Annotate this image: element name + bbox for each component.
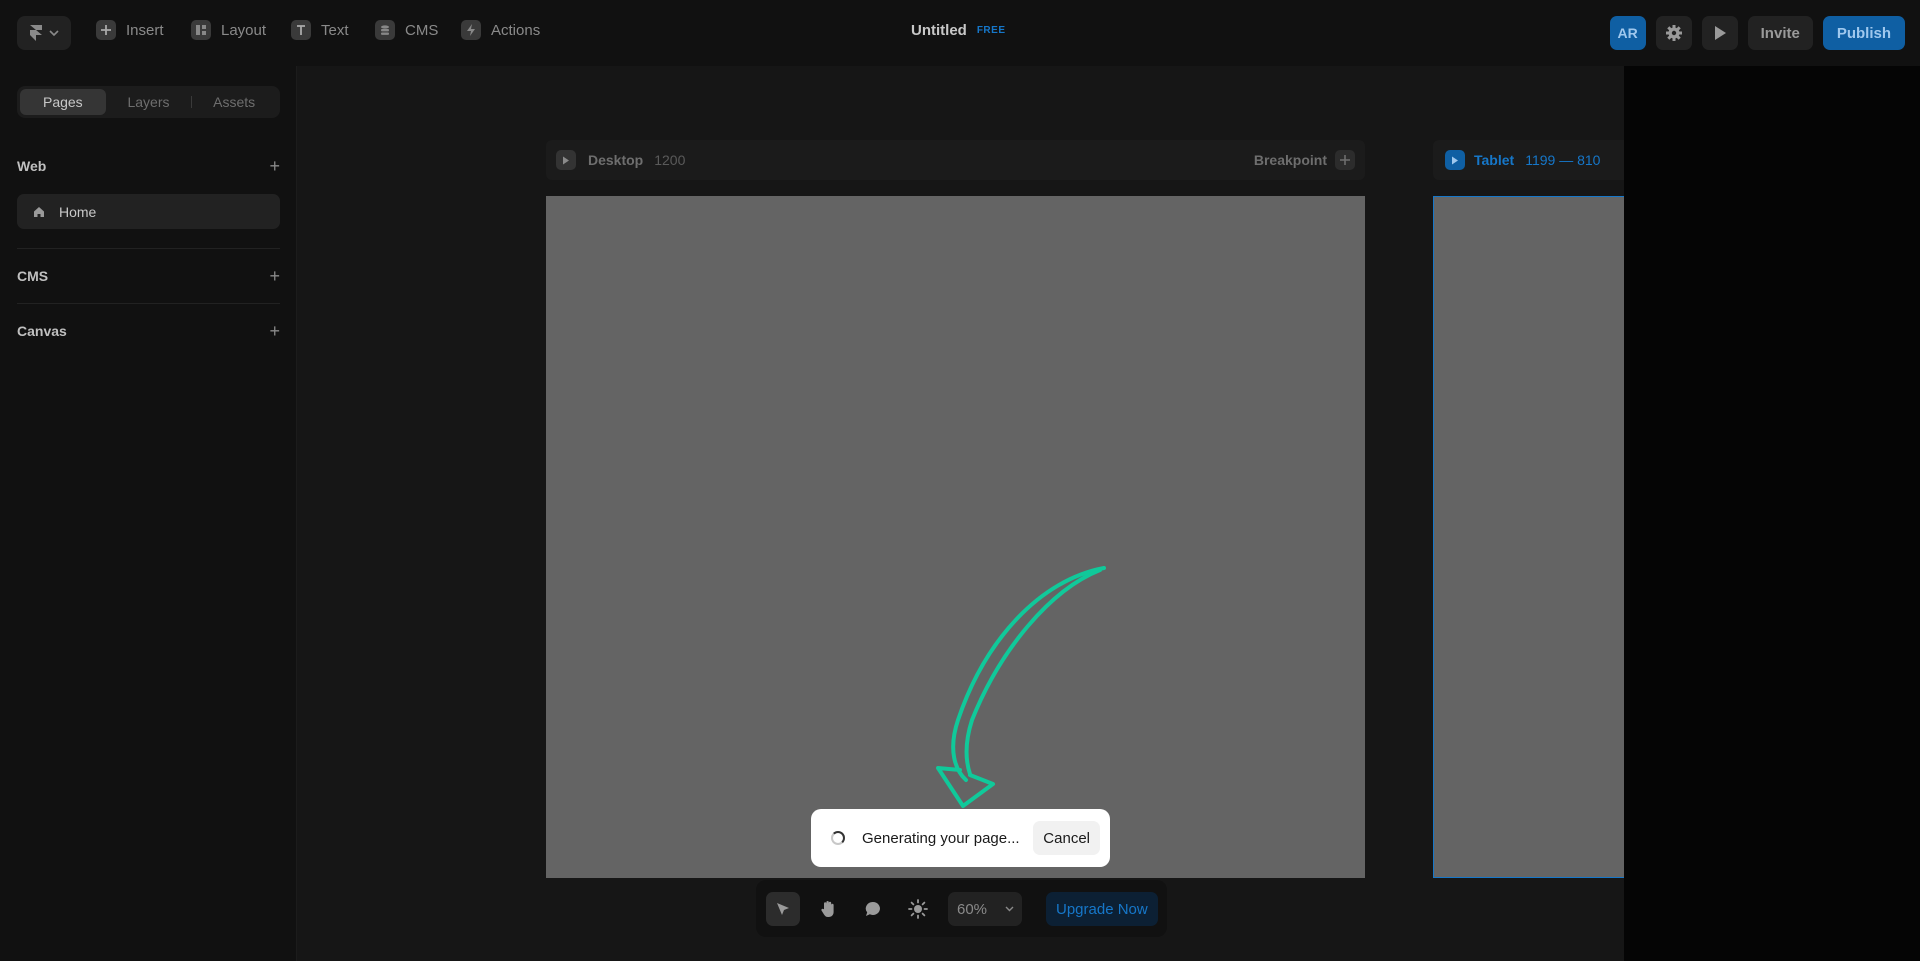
- upgrade-button[interactable]: Upgrade Now: [1046, 892, 1158, 926]
- bolt-icon: [461, 20, 481, 40]
- layout-menu[interactable]: Layout: [191, 20, 266, 40]
- tab-layers[interactable]: Layers: [106, 89, 192, 115]
- framer-logo-icon: [30, 25, 42, 41]
- home-icon: [34, 206, 44, 217]
- section-cms: CMS +: [17, 266, 280, 286]
- hand-tool-button[interactable]: [811, 892, 845, 926]
- settings-button[interactable]: [1655, 16, 1692, 50]
- insert-label: Insert: [126, 21, 164, 39]
- desktop-frame-size: 1200: [654, 152, 686, 168]
- text-label: Text: [321, 21, 349, 39]
- section-web: Web +: [17, 156, 280, 176]
- comment-icon: [865, 901, 880, 916]
- bottom-toolbar: 60% Upgrade Now: [756, 880, 1167, 937]
- actions-label: Actions: [491, 21, 541, 39]
- text-menu[interactable]: Text: [291, 20, 349, 40]
- text-icon: [291, 20, 311, 40]
- desktop-frame-name: Desktop: [588, 152, 644, 168]
- theme-toggle-button[interactable]: [901, 892, 935, 926]
- section-divider: [17, 248, 280, 249]
- play-icon: [1714, 26, 1726, 40]
- cancel-button[interactable]: Cancel: [1033, 821, 1100, 855]
- user-avatar[interactable]: AR: [1609, 16, 1646, 50]
- section-title: Canvas: [17, 323, 67, 339]
- document-title-area[interactable]: Untitled FREE: [911, 22, 1006, 39]
- play-icon: [563, 156, 569, 164]
- desktop-preview-button[interactable]: [556, 150, 576, 170]
- add-canvas-plus-icon[interactable]: +: [269, 322, 280, 340]
- comment-tool-button[interactable]: [856, 892, 890, 926]
- tab-assets[interactable]: Assets: [191, 89, 277, 115]
- section-divider: [17, 303, 280, 304]
- chevron-down-icon: [49, 30, 59, 37]
- tablet-frame-size: 1199 — 810: [1525, 152, 1601, 168]
- spinner-icon: [831, 831, 845, 845]
- desktop-frame[interactable]: [546, 196, 1365, 878]
- plus-square-icon: [96, 20, 116, 40]
- insert-menu[interactable]: Insert: [96, 20, 164, 40]
- add-cms-plus-icon[interactable]: +: [269, 267, 280, 285]
- generating-toast: Generating your page... Cancel: [811, 809, 1110, 867]
- database-icon: [375, 20, 395, 40]
- tablet-frame-name: Tablet: [1474, 152, 1515, 168]
- cms-label: CMS: [405, 21, 439, 39]
- select-tool-button[interactable]: [766, 892, 800, 926]
- section-canvas: Canvas +: [17, 321, 280, 341]
- breakpoint-label[interactable]: Breakpoint: [1254, 152, 1327, 168]
- sun-icon: [908, 899, 928, 919]
- tablet-preview-button[interactable]: [1445, 150, 1465, 170]
- actions-menu[interactable]: Actions: [461, 20, 540, 40]
- layout-icon: [191, 20, 211, 40]
- zoom-select[interactable]: 60%: [948, 892, 1022, 926]
- plus-icon: [1340, 155, 1350, 165]
- add-web-page-plus-icon[interactable]: +: [269, 157, 280, 175]
- layout-label: Layout: [221, 21, 267, 39]
- page-item-label: Home: [59, 203, 97, 220]
- publish-button[interactable]: Publish: [1822, 16, 1905, 50]
- top-right-tools: AR Invite Publish: [1609, 16, 1905, 50]
- preview-button[interactable]: [1701, 16, 1738, 50]
- tab-pages[interactable]: Pages: [20, 89, 106, 115]
- top-bar: Insert Layout Text CMS Actions Untitled …: [0, 0, 1920, 66]
- page-item-home[interactable]: Home: [17, 194, 280, 229]
- logo-menu-button[interactable]: [17, 16, 71, 50]
- cms-menu[interactable]: CMS: [375, 20, 438, 40]
- gear-icon: [1665, 25, 1682, 41]
- desktop-frame-header[interactable]: Desktop 1200 Breakpoint: [546, 140, 1365, 180]
- invite-button[interactable]: Invite: [1747, 16, 1813, 50]
- document-title: Untitled: [911, 22, 967, 39]
- left-sidebar: Pages Layers Assets Web + Home CMS + Can…: [0, 66, 297, 961]
- zoom-value: 60%: [957, 900, 988, 918]
- tablet-frame-header[interactable]: Tablet 1199 — 810: [1433, 140, 1624, 180]
- right-properties-panel: [1624, 66, 1920, 961]
- sidebar-tabs: Pages Layers Assets: [17, 86, 280, 118]
- plan-badge: FREE: [976, 25, 1006, 36]
- toast-message: Generating your page...: [862, 829, 1020, 847]
- section-title: CMS: [17, 268, 49, 284]
- section-title: Web: [17, 158, 47, 174]
- chevron-down-icon: [1005, 906, 1014, 912]
- hand-icon: [821, 901, 834, 917]
- add-breakpoint-button[interactable]: [1335, 150, 1355, 170]
- play-icon: [1452, 156, 1458, 164]
- pointer-icon: [777, 903, 789, 915]
- tablet-frame[interactable]: [1433, 196, 1624, 878]
